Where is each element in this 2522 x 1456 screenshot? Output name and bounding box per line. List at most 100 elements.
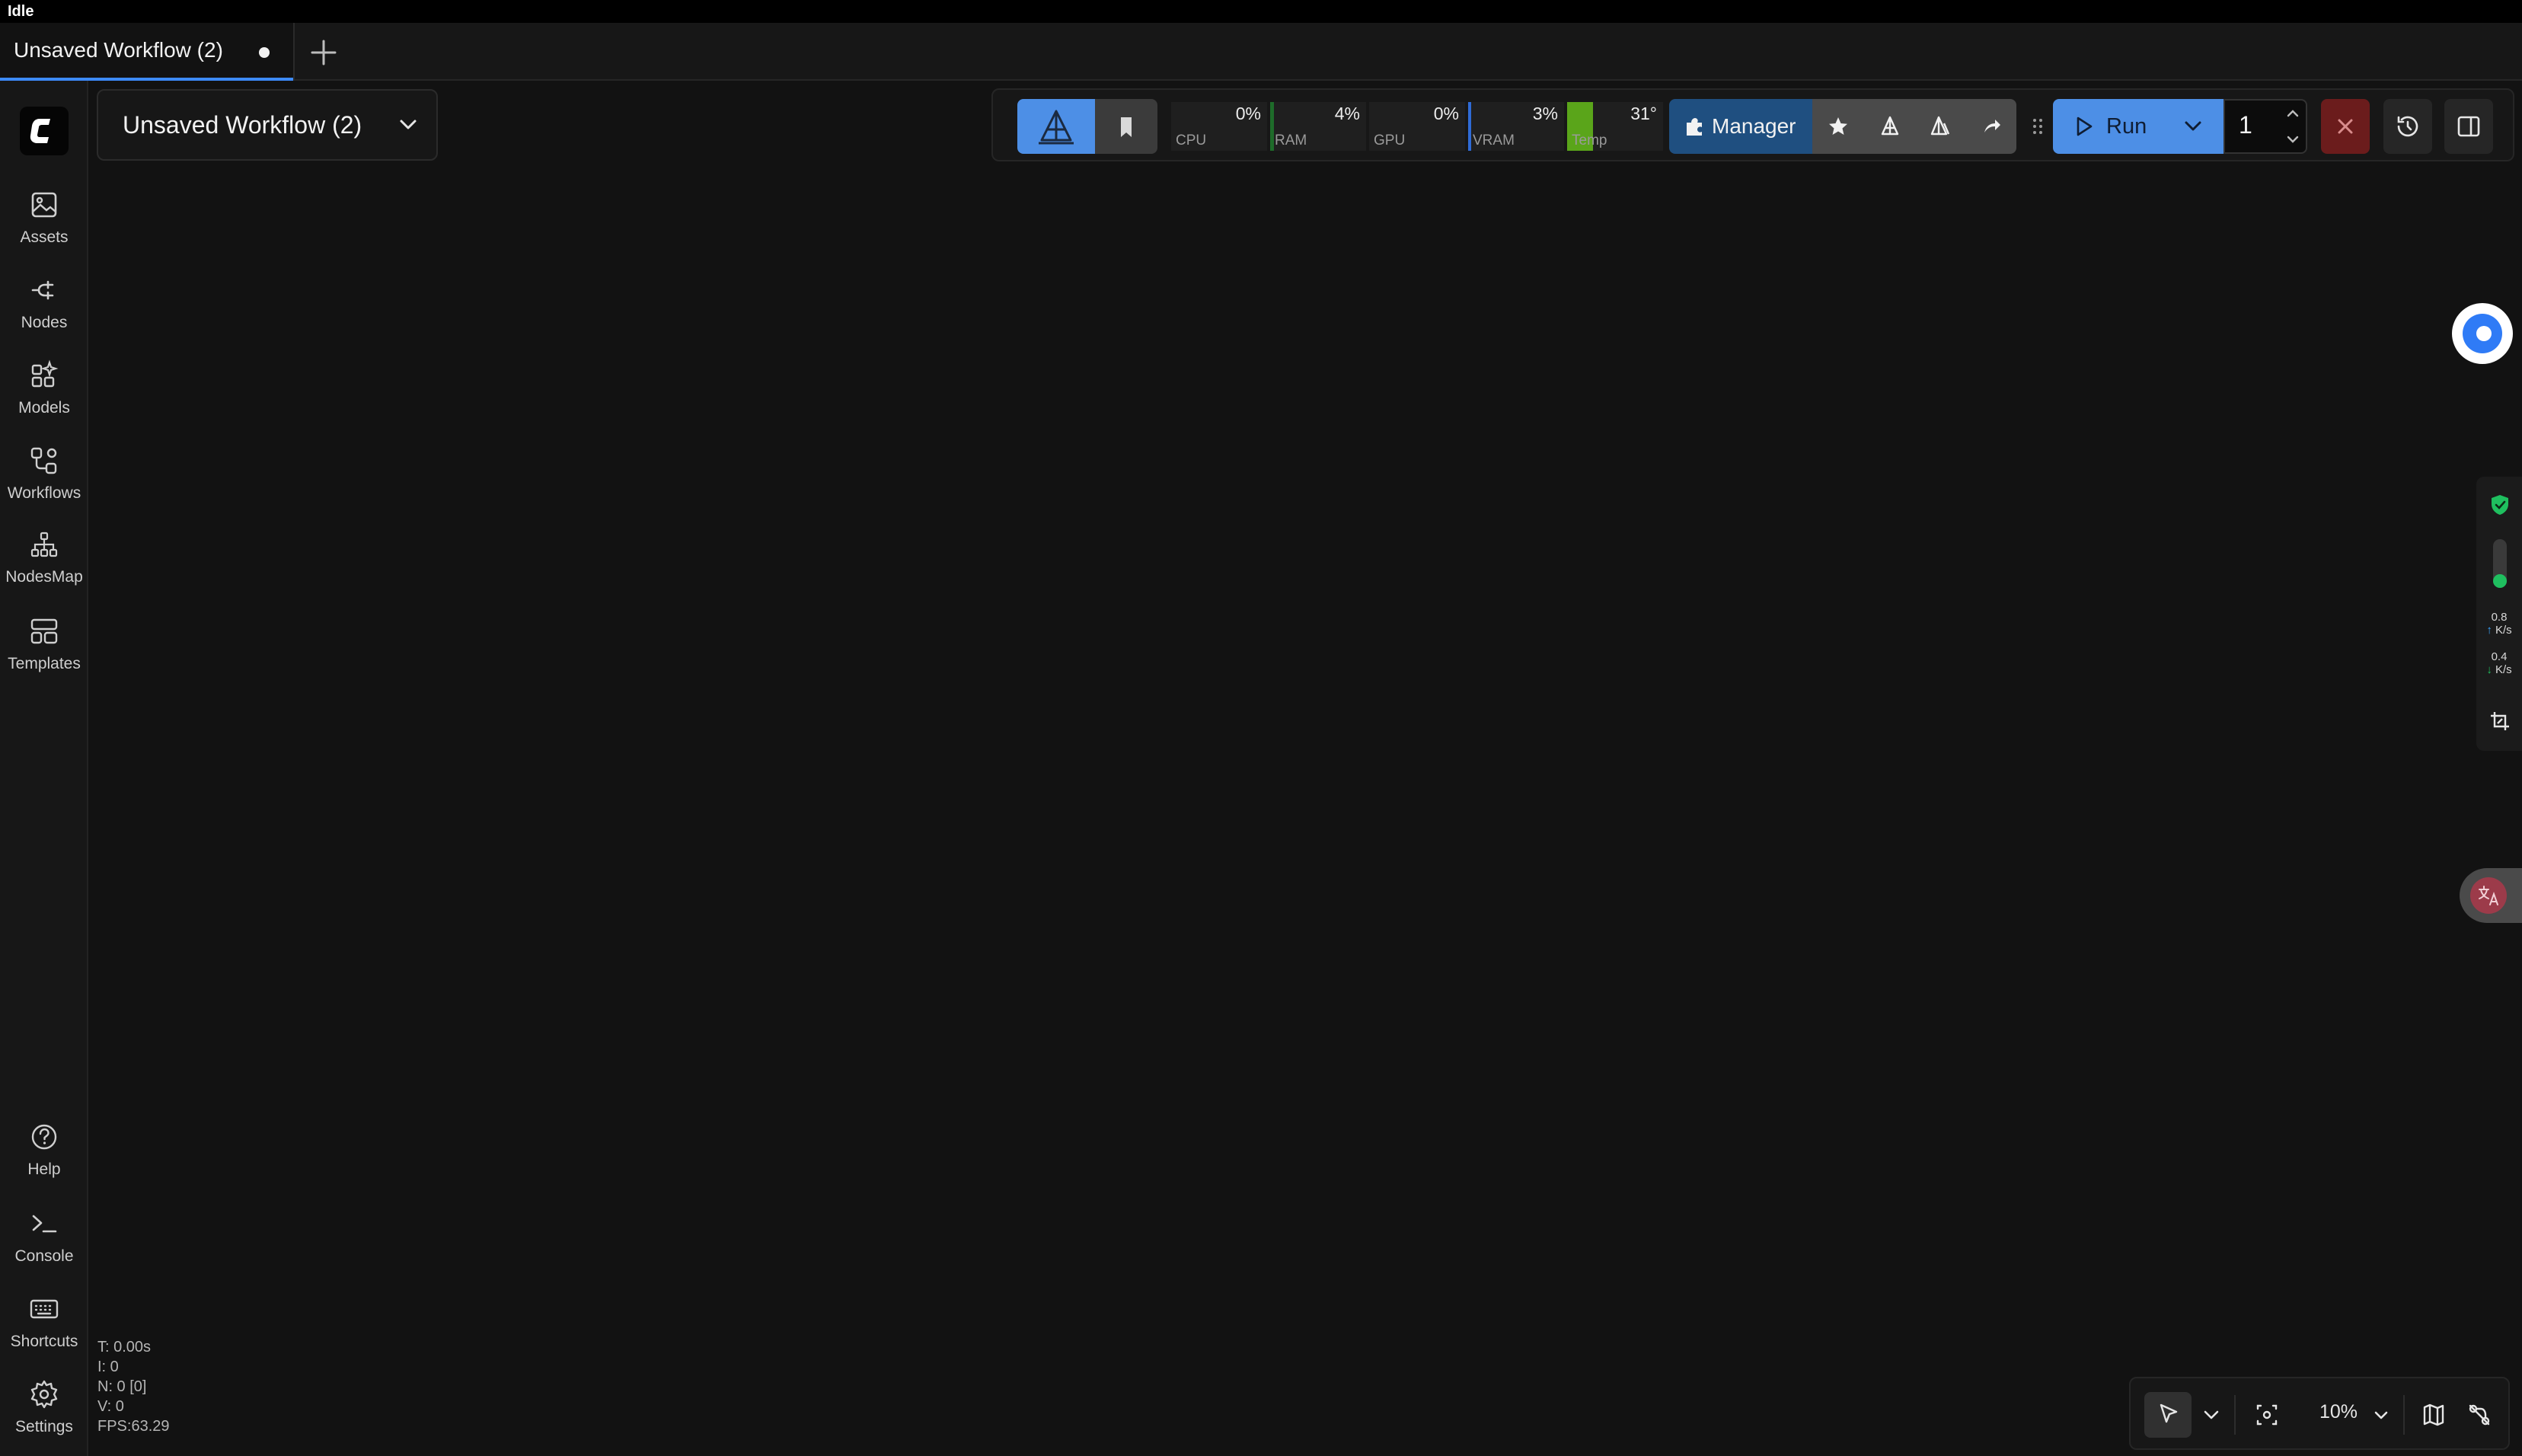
temp-label: Temp (1572, 133, 1607, 148)
sidebar-item-label: Console (14, 1247, 74, 1265)
share-arrow-icon[interactable] (1980, 114, 2004, 139)
vram-value: 3% (1532, 104, 1558, 123)
star-icon[interactable] (1826, 114, 1850, 139)
sidebar-item-templates[interactable]: Templates (0, 615, 88, 691)
download-value: 0.4 (2491, 650, 2508, 663)
stat-fps: FPS:63.29 (97, 1418, 170, 1435)
sidebar-item-label: Nodes (21, 314, 68, 331)
focus-icon (2256, 1404, 2278, 1426)
zoom-dropdown[interactable]: 10% (2304, 1392, 2396, 1438)
sidebar-item-nodes[interactable]: Nodes (0, 274, 88, 350)
chevron-down-icon (2204, 1410, 2219, 1419)
sidebar-item-label: Assets (20, 228, 69, 246)
close-icon (2338, 119, 2353, 134)
cpu-monitor: 0% CPU (1171, 102, 1267, 151)
stat-time: T: 0.00s (97, 1339, 152, 1355)
download-rate: 0.4 ↓ K/s (2476, 650, 2522, 676)
ram-monitor: 4% RAM (1270, 102, 1366, 151)
ram-label: RAM (1275, 133, 1307, 148)
sidebar-item-assets[interactable]: Assets (0, 189, 88, 265)
tab-divider (293, 23, 295, 81)
chevron-down-icon (400, 120, 417, 129)
keyboard-icon (30, 1299, 59, 1319)
sidebar-item-label: Settings (15, 1418, 73, 1435)
vram-monitor: 3% VRAM (1468, 102, 1564, 151)
memory-gauge-fill (2493, 574, 2507, 588)
plug-icon (31, 280, 54, 300)
vram-usage-bar (1468, 102, 1471, 151)
ram-usage-bar (1270, 102, 1274, 151)
chevron-up-icon[interactable] (2284, 105, 2301, 122)
grip-icon (2033, 119, 2042, 134)
select-tool-button[interactable] (2144, 1392, 2192, 1438)
upload-rate: 0.8 ↑ K/s (2476, 611, 2522, 637)
crop-icon[interactable] (2488, 710, 2511, 733)
status-label: Idle (0, 0, 2522, 23)
bookmark-icon (1121, 117, 1132, 137)
assistant-button[interactable] (2452, 303, 2513, 364)
sidebar: Assets Nodes Models Workflows NodesMap T… (0, 81, 88, 1456)
canvas-controls: 10% (2129, 1377, 2510, 1450)
sidebar-item-label: Shortcuts (10, 1333, 78, 1350)
bookmark-button[interactable] (1095, 99, 1157, 154)
sidebar-item-console[interactable]: Console (0, 1208, 88, 1284)
pointer-icon (2160, 1403, 2178, 1423)
batch-count-input[interactable]: 1 (2224, 99, 2307, 154)
grid-sparkle-icon (31, 359, 59, 388)
workflow-selector[interactable]: Unsaved Workflow (2) (97, 89, 438, 161)
sidebar-item-models[interactable]: Models (0, 359, 88, 436)
sidebar-item-help[interactable]: Help (0, 1121, 88, 1197)
comfy-menu-button[interactable] (1017, 99, 1095, 154)
stat-visible: V: 0 (97, 1398, 124, 1415)
stat-nodes: N: 0 [0] (97, 1378, 147, 1395)
tab-unsaved-workflow[interactable]: Unsaved Workflow (2) (0, 23, 293, 81)
share-workflow-icon[interactable] (1878, 114, 1902, 139)
tab-title: Unsaved Workflow (2) (14, 38, 223, 62)
arrow-up-icon: ↑ (2486, 624, 2492, 637)
app-logo[interactable] (20, 107, 69, 155)
workflow-gallery-icon[interactable] (1928, 114, 1952, 139)
sidebar-item-shortcuts[interactable]: Shortcuts (0, 1293, 88, 1369)
unsaved-indicator-icon[interactable] (259, 47, 270, 58)
arrow-down-icon: ↓ (2486, 663, 2492, 676)
stat-iterations: I: 0 (97, 1359, 119, 1375)
manager-button[interactable]: Manager (1669, 99, 1812, 154)
comfy-logo-icon (30, 119, 50, 143)
sidebar-item-settings[interactable]: Settings (0, 1378, 88, 1454)
tool-menu-button[interactable] (2196, 1392, 2227, 1438)
toggle-panel-button[interactable] (2444, 99, 2493, 154)
zoom-level: 10% (2319, 1401, 2358, 1422)
manager-shortcuts (1812, 99, 2016, 154)
sailboat-icon (1039, 110, 1074, 145)
puzzle-icon (1687, 118, 1702, 136)
cpu-value: 0% (1235, 104, 1261, 123)
template-icon (30, 618, 58, 644)
chevron-down-icon[interactable] (2284, 131, 2301, 148)
translate-button[interactable] (2460, 868, 2522, 923)
shield-check-icon[interactable] (2490, 493, 2510, 516)
gpu-monitor: 0% GPU (1369, 102, 1465, 151)
toolbar-drag-handle[interactable] (2030, 99, 2045, 154)
play-icon (2077, 117, 2093, 136)
workflow-selector-label: Unsaved Workflow (2) (123, 110, 362, 139)
render-stats: T: 0.00s I: 0 N: 0 [0] V: 0 FPS:63.29 (97, 1337, 170, 1436)
hide-links-icon (2469, 1404, 2490, 1426)
fit-view-button[interactable] (2243, 1392, 2291, 1438)
cancel-run-button[interactable] (2321, 99, 2370, 154)
chevron-down-icon[interactable] (2180, 113, 2206, 139)
toggle-links-button[interactable] (2457, 1392, 2502, 1438)
run-button[interactable]: Run (2053, 99, 2224, 154)
gpu-value: 0% (1433, 104, 1459, 123)
minimap-button[interactable] (2411, 1392, 2457, 1438)
queue-history-button[interactable] (2383, 99, 2432, 154)
divider (2234, 1395, 2236, 1435)
temp-value: 31° (1630, 104, 1657, 123)
sidebar-item-workflows[interactable]: Workflows (0, 445, 88, 521)
upload-value: 0.8 (2491, 611, 2508, 624)
new-tab-button[interactable] (308, 37, 340, 69)
translate-icon (2470, 877, 2507, 914)
network-monitor: 0.8 ↑ K/s 0.4 ↓ K/s (2476, 477, 2522, 751)
sidebar-item-nodesmap[interactable]: NodesMap (0, 528, 88, 605)
upload-unit: K/s (2495, 624, 2512, 637)
run-label: Run (2106, 113, 2147, 139)
